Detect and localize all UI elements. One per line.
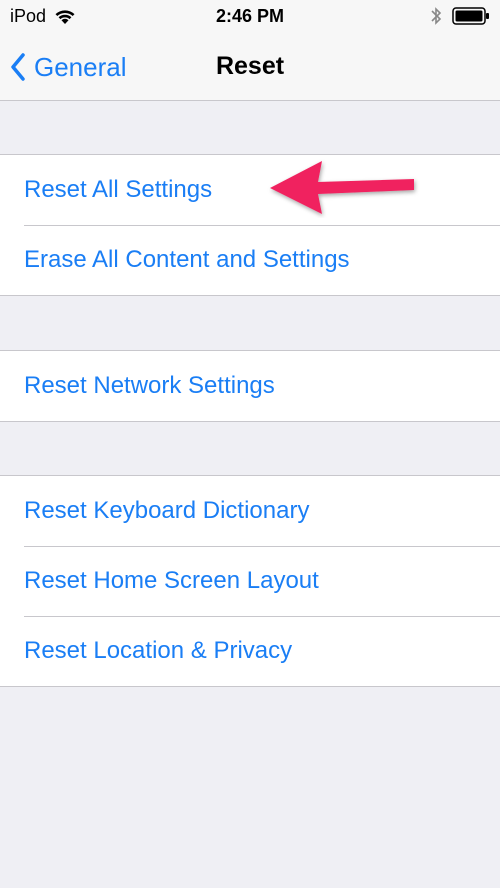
bluetooth-icon — [430, 6, 442, 26]
status-right — [430, 6, 490, 26]
battery-icon — [452, 7, 490, 25]
navigation-bar: General Reset — [0, 34, 500, 101]
reset-screen: iPod 2:46 PM General Reset Reset All Set… — [0, 0, 500, 888]
pointer-arrow-icon — [270, 161, 414, 214]
reset-home-screen-layout-item[interactable]: Reset Home Screen Layout — [0, 546, 500, 616]
page-title: Reset — [215, 52, 285, 80]
reset-keyboard-dictionary-item[interactable]: Reset Keyboard Dictionary — [0, 476, 500, 546]
erase-all-content-item[interactable]: Erase All Content and Settings — [0, 225, 500, 295]
status-time: 2:46 PM — [215, 6, 285, 26]
reset-all-settings-item[interactable]: Reset All Settings — [0, 155, 500, 225]
reset-group-3: Reset Keyboard Dictionary Reset Home Scr… — [0, 475, 500, 687]
reset-group-2: Reset Network Settings — [0, 350, 500, 422]
reset-location-privacy-item[interactable]: Reset Location & Privacy — [0, 616, 500, 686]
status-bar: iPod 2:46 PM — [0, 0, 500, 34]
reset-group-1: Reset All Settings Erase All Content and… — [0, 154, 500, 296]
reset-network-settings-item[interactable]: Reset Network Settings — [0, 351, 500, 421]
